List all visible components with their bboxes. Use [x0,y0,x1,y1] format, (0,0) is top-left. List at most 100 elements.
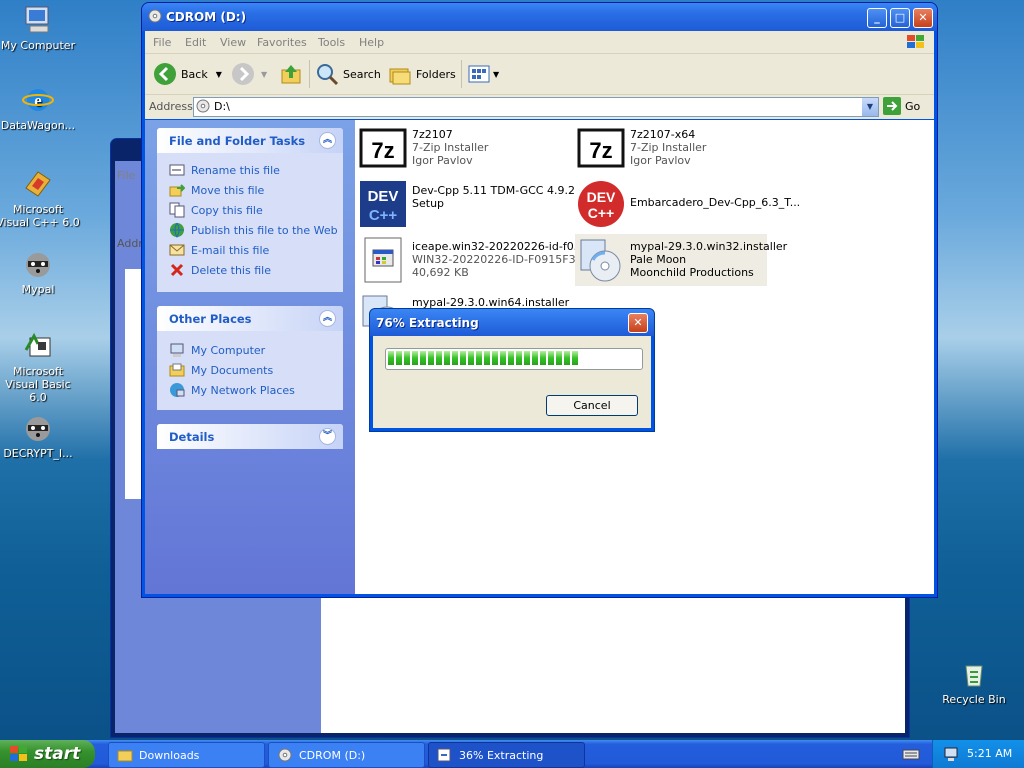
collapse-icon[interactable]: ︽ [319,310,336,327]
dialog-body: Cancel [373,336,651,428]
menu-favorites[interactable]: Favorites [257,36,307,49]
menu-edit[interactable]: Edit [185,36,206,49]
progress-segment [484,351,490,365]
go-button[interactable]: Go [883,97,920,115]
task-label: CDROM (D:) [299,748,366,762]
desktop-icon-recycle-bin[interactable]: Recycle Bin [932,658,1016,706]
minimize-button[interactable]: _ [867,8,887,28]
dialog-title-bar[interactable]: 76% Extracting ✕ [370,309,654,336]
svg-text:C++: C++ [588,205,614,221]
place-label: My Network Places [191,383,295,397]
desktop-icon-visual-cpp[interactable]: Microsoft Visual C++ 6.0 [0,168,80,229]
collapse-icon[interactable]: ︽ [319,132,336,149]
menu-file[interactable]: File [153,36,171,49]
back-button[interactable]: Back ▼ [153,62,222,86]
task-label: 36% Extracting [459,748,544,762]
forward-dropdown-icon[interactable]: ▼ [261,70,267,79]
desktop-icon-label: DataWagon... [0,119,76,132]
raccoon-icon [22,412,54,444]
place-my-computer[interactable]: My Computer [169,342,265,358]
desktop-icon-mypal[interactable]: Mypal [0,248,80,296]
task-rename[interactable]: Rename this file [169,162,280,178]
toolbar-separator [309,60,310,88]
place-my-network[interactable]: My Network Places [169,382,295,398]
move-icon [169,184,185,197]
panel-header[interactable]: Other Places ︽ [157,306,343,331]
address-value: D:\ [214,100,230,113]
raccoon-icon [22,248,54,280]
start-button[interactable]: start [0,740,95,768]
file-item[interactable]: DEV C++ Embarcadero_Dev-Cpp_6.3_T... [575,178,800,230]
file-name: Embarcadero_Dev-Cpp_6.3_T... [630,196,801,209]
back-dropdown-icon[interactable]: ▼ [216,70,222,79]
task-extracting[interactable]: 36% Extracting [428,742,585,768]
task-move[interactable]: Move this file [169,182,264,198]
progress-segment [452,351,458,365]
task-delete[interactable]: Delete this file [169,262,271,278]
task-publish[interactable]: Publish this file to the Web [169,222,338,238]
cancel-button[interactable]: Cancel [546,395,638,416]
maximize-button[interactable]: □ [890,8,910,28]
address-dropdown-icon[interactable]: ▼ [862,98,878,116]
dialog-close-button[interactable]: ✕ [628,313,648,333]
network-tray-icon[interactable] [943,746,959,762]
progress-segment [460,351,466,365]
desktop-icon-label: Recycle Bin [942,693,1006,706]
copy-icon [169,202,185,218]
desktop-icon-visual-basic[interactable]: Microsoft Visual Basic 6.0 [0,330,80,404]
up-folder-button[interactable] [279,62,303,86]
forward-arrow-icon [232,63,254,85]
forward-button[interactable]: ▼ [231,62,267,86]
task-copy[interactable]: Copy this file [169,202,263,218]
computer-icon [170,343,184,357]
file-item[interactable]: 7z 7z2107 7-Zip Installer Igor Pavlov [357,122,572,174]
desktop-icon-decrypt[interactable]: DECRYPT_I... [0,412,80,460]
menu-help[interactable]: Help [359,36,384,49]
back-arrow-icon [154,63,176,85]
folders-label: Folders [416,67,456,81]
recycle-bin-icon [958,658,990,690]
desktop-icon-label: Microsoft Visual C++ 6.0 [0,203,80,229]
folders-button[interactable]: Folders [388,62,456,86]
back-window-file-menu[interactable]: File [117,169,135,182]
file-item[interactable]: iceape.win32-20220226-id-f0... WIN32-202… [357,234,586,286]
file-description: Setup [412,197,445,210]
up-folder-icon [281,65,301,84]
place-my-documents[interactable]: My Documents [169,362,273,378]
keyboard-icon[interactable] [902,746,920,762]
system-tray: 5:21 AM [932,740,1024,768]
back-window-panel [125,269,141,499]
desktop-icon-my-computer[interactable]: My Computer [0,4,80,52]
close-button[interactable]: ✕ [913,8,933,28]
file-item-selected[interactable]: mypal-29.3.0.win32.installer Pale Moon M… [575,234,787,286]
installer-window-icon [359,236,407,284]
progress-segment [468,351,474,365]
task-cdrom[interactable]: CDROM (D:) [268,742,425,768]
progress-segment [532,351,538,365]
file-item[interactable]: 7z 7z2107-x64 7-Zip Installer Igor Pavlo… [575,122,790,174]
search-button[interactable]: Search [315,62,381,86]
expand-icon[interactable]: ︾ [319,428,336,445]
menu-tools[interactable]: Tools [318,36,345,49]
desktop-icon-datawagon[interactable]: e DataWagon... [0,84,80,132]
file-item[interactable]: DEV C++ Dev-Cpp 5.11 TDM-GCC 4.9.2 Setup [357,178,575,230]
task-downloads[interactable]: Downloads [108,742,265,768]
panel-header[interactable]: Details ︾ [157,424,343,449]
progress-segment [388,351,394,365]
windows-flag-icon [10,746,27,761]
desktop-icon-label: Microsoft Visual Basic 6.0 [5,365,71,404]
details-panel: Details ︾ [157,424,343,449]
panel-header[interactable]: File and Folder Tasks ︽ [157,128,343,153]
menu-view[interactable]: View [220,36,246,49]
progress-segment [556,351,562,365]
internet-explorer-icon: e [22,84,54,116]
explorer-window[interactable]: CDROM (D:) _ □ ✕ File Edit View Favorite… [141,2,938,598]
task-label: Downloads [139,748,200,762]
views-button[interactable]: ▼ [467,62,499,86]
extracting-dialog[interactable]: 76% Extracting ✕ Cancel [369,308,655,432]
menu-bar: File Edit View Favorites Tools Help [145,31,934,54]
place-label: My Documents [191,363,274,377]
task-email[interactable]: E-mail this file [169,242,269,258]
address-input[interactable]: D:\ ▼ [193,97,879,117]
title-bar[interactable]: CDROM (D:) _ □ ✕ [142,3,937,31]
